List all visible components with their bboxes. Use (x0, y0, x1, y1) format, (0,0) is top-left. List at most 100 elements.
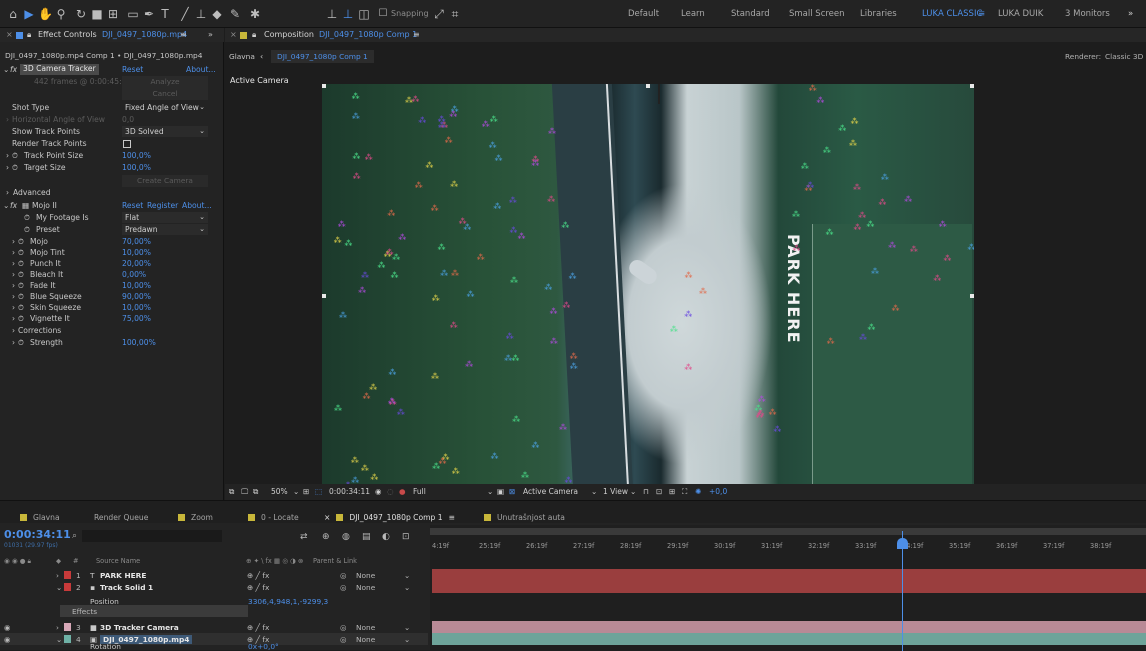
exposure-value[interactable]: +0,0 (709, 487, 727, 496)
layer-search-input[interactable] (82, 530, 222, 542)
track-point-icon[interactable]: ⁂ (570, 363, 578, 371)
track-point-icon[interactable]: ⁂ (358, 286, 366, 295)
layer-name[interactable]: 3D Tracker Camera (100, 623, 179, 632)
track-point-icon[interactable]: ⁂ (438, 115, 446, 124)
expand-chevron-icon[interactable]: › (56, 623, 59, 632)
track-point-icon[interactable]: ⁂ (792, 210, 800, 219)
chevron-right-icon[interactable]: › (6, 115, 9, 124)
preview-icon[interactable]: ⧉ (229, 487, 234, 497)
track-point-icon[interactable]: ⁂ (459, 217, 467, 226)
fast-previews-icon[interactable]: ⊡ (656, 487, 662, 496)
track-point-icon[interactable]: ⁂ (452, 468, 460, 476)
track-point-icon[interactable]: ⁂ (431, 372, 439, 381)
visibility-eye-icon[interactable]: ◉ (4, 623, 10, 632)
workspace-standard[interactable]: Standard (731, 9, 770, 19)
track-point-icon[interactable]: ⁂ (826, 228, 834, 237)
transform-handle[interactable] (322, 294, 326, 298)
track-point-icon[interactable]: ⁂ (445, 137, 453, 145)
expand-chevron-icon[interactable]: ⌄ (3, 65, 9, 74)
cancel-button[interactable]: Cancel (122, 88, 208, 100)
track-point-icon[interactable]: ⁂ (851, 118, 859, 126)
snap-option-icon[interactable]: ⤢ (432, 7, 446, 21)
track-point-icon[interactable]: ⁂ (338, 221, 346, 229)
track-point-icon[interactable]: ⁂ (361, 272, 369, 280)
stopwatch-icon[interactable]: ⏱ (12, 151, 18, 161)
track-point-icon[interactable]: ⁂ (757, 410, 765, 418)
layer-switches[interactable]: ⊕ ╱ fx (247, 571, 269, 580)
track-point-icon[interactable]: ⁂ (334, 404, 342, 413)
track-point-icon[interactable]: ⁂ (769, 408, 777, 417)
shy-layers-icon[interactable]: ◍ (342, 532, 350, 542)
stopwatch-icon[interactable]: ⏱ (18, 259, 24, 269)
track-point-icon[interactable]: ⁂ (465, 360, 473, 369)
display-icon[interactable]: 🖵︎ (241, 487, 248, 497)
track-point-icon[interactable]: ⁂ (418, 116, 426, 125)
playhead-handle[interactable] (897, 538, 908, 549)
layer-switches[interactable]: ⊕ ╱ fx (247, 583, 269, 592)
chevron-right-icon[interactable]: › (12, 281, 15, 290)
parent-dropdown[interactable]: None (356, 623, 375, 632)
workspace-learn[interactable]: Learn (681, 9, 705, 19)
renderer-value[interactable]: Classic 3D (1105, 52, 1143, 61)
camera-tool-icon[interactable]: ■ (90, 7, 104, 21)
track-point-icon[interactable]: ⁂ (561, 221, 569, 230)
advanced-label[interactable]: Advanced (13, 188, 51, 197)
expand-chevron-icon[interactable]: ⌄ (56, 635, 62, 644)
param-value[interactable]: 70,00% (122, 237, 151, 246)
timeline-toggle-icon[interactable]: ⊞ (669, 487, 675, 496)
track-point-icon[interactable]: ⁂ (888, 242, 896, 250)
track-point-icon[interactable]: ⁂ (432, 463, 440, 471)
track-point-icon[interactable]: ⁂ (827, 338, 835, 346)
track-point-icon[interactable]: ⁂ (773, 426, 781, 434)
draft-3d-icon[interactable]: ⊕ (322, 532, 330, 542)
track-point-icon[interactable]: ⁂ (494, 155, 502, 163)
pan-behind-tool-icon[interactable]: ⊞ (106, 7, 120, 21)
close-icon[interactable]: × (6, 30, 13, 39)
snapshot-icon[interactable]: ◉ (375, 487, 382, 496)
track-point-icon[interactable]: ⁂ (449, 111, 457, 119)
track-point-icon[interactable]: ⁂ (386, 249, 394, 257)
stopwatch-icon[interactable]: ⏱ (18, 270, 24, 280)
viewer-timecode[interactable]: 0:00:34:11 (329, 487, 370, 496)
stopwatch-icon[interactable]: ⏱ (18, 314, 24, 324)
track-point-icon[interactable]: ⁂ (437, 243, 445, 252)
chevron-right-icon[interactable]: › (6, 188, 9, 197)
track-point-icon[interactable]: ⁂ (482, 120, 490, 129)
current-timecode[interactable]: 0:00:34:11 (4, 528, 71, 541)
panel-menu-icon[interactable]: ≡ (449, 513, 455, 522)
track-point-icon[interactable]: ⁂ (415, 182, 423, 190)
snapping-checkbox[interactable]: ☐ (376, 7, 390, 21)
track-point-icon[interactable]: ⁂ (466, 290, 474, 299)
track-point-icon[interactable]: ⁂ (859, 333, 867, 342)
layer-duration-bar[interactable] (432, 569, 1146, 581)
track-point-icon[interactable]: ⁂ (871, 268, 879, 276)
chevron-right-icon[interactable]: › (12, 326, 15, 335)
expand-chevron-icon[interactable]: › (56, 571, 59, 580)
fx-icon[interactable]: fx (10, 65, 17, 74)
strength-value[interactable]: 100,00% (122, 338, 156, 347)
layer-row[interactable]: ◉ ⌄ 4 ▣ DJI_0497_1080p.mp4 ⊕ ╱ fx ◎ None ⌄ (0, 633, 428, 645)
effects-group-row[interactable]: Effects (60, 605, 248, 617)
track-point-icon[interactable]: ⁂ (506, 333, 514, 341)
rotate-tool-icon[interactable]: ↻ (74, 7, 88, 21)
track-point-icon[interactable]: ⁂ (544, 283, 552, 292)
layer-row[interactable]: › 1 T PARK HERE ⊕ ╱ fx ◎ None ⌄ (0, 569, 428, 581)
track-point-icon[interactable]: ⁂ (670, 326, 678, 334)
work-area-bar[interactable] (430, 528, 1146, 535)
preset-dropdown[interactable]: Predawn ⌄ (122, 224, 208, 235)
track-point-icon[interactable]: ⁂ (878, 198, 886, 207)
resolution-dropdown[interactable]: Full (413, 487, 426, 496)
effect-controls-tab-label[interactable]: Effect Controls (38, 30, 97, 39)
chevron-right-icon[interactable]: › (12, 270, 15, 279)
track-point-icon[interactable]: ⁂ (549, 307, 557, 316)
view-layout-dropdown[interactable]: 1 View (603, 487, 628, 496)
layer-row[interactable]: ⌄ 2 ▪ Track Solid 1 ⊕ ╱ fx ◎ None ⌄ (0, 581, 428, 593)
track-point-icon[interactable]: ⁂ (853, 183, 861, 192)
transform-handle[interactable] (646, 84, 650, 88)
track-point-icon[interactable]: ⁂ (369, 383, 377, 392)
parent-pickwhip-icon[interactable]: ◎ (340, 635, 346, 644)
show-snapshot-icon[interactable]: ◌ (387, 487, 394, 496)
stopwatch-icon[interactable]: ⏱ (18, 281, 24, 291)
track-point-icon[interactable]: ⁂ (684, 311, 692, 319)
track-point-icon[interactable]: ⁂ (867, 324, 875, 332)
